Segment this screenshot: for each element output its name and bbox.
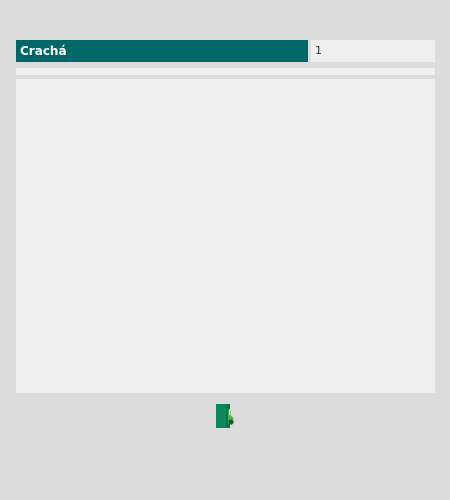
document-icon-graphic — [216, 404, 234, 428]
section-divider — [16, 68, 435, 75]
content-panel — [16, 79, 435, 393]
badge-value-field[interactable]: 1 — [311, 40, 435, 62]
page-container: Crachá 1 — [0, 0, 450, 500]
badge-label: Crachá — [16, 40, 308, 62]
green-document-icon[interactable] — [216, 404, 236, 428]
badge-field-row: Crachá 1 — [16, 40, 435, 62]
